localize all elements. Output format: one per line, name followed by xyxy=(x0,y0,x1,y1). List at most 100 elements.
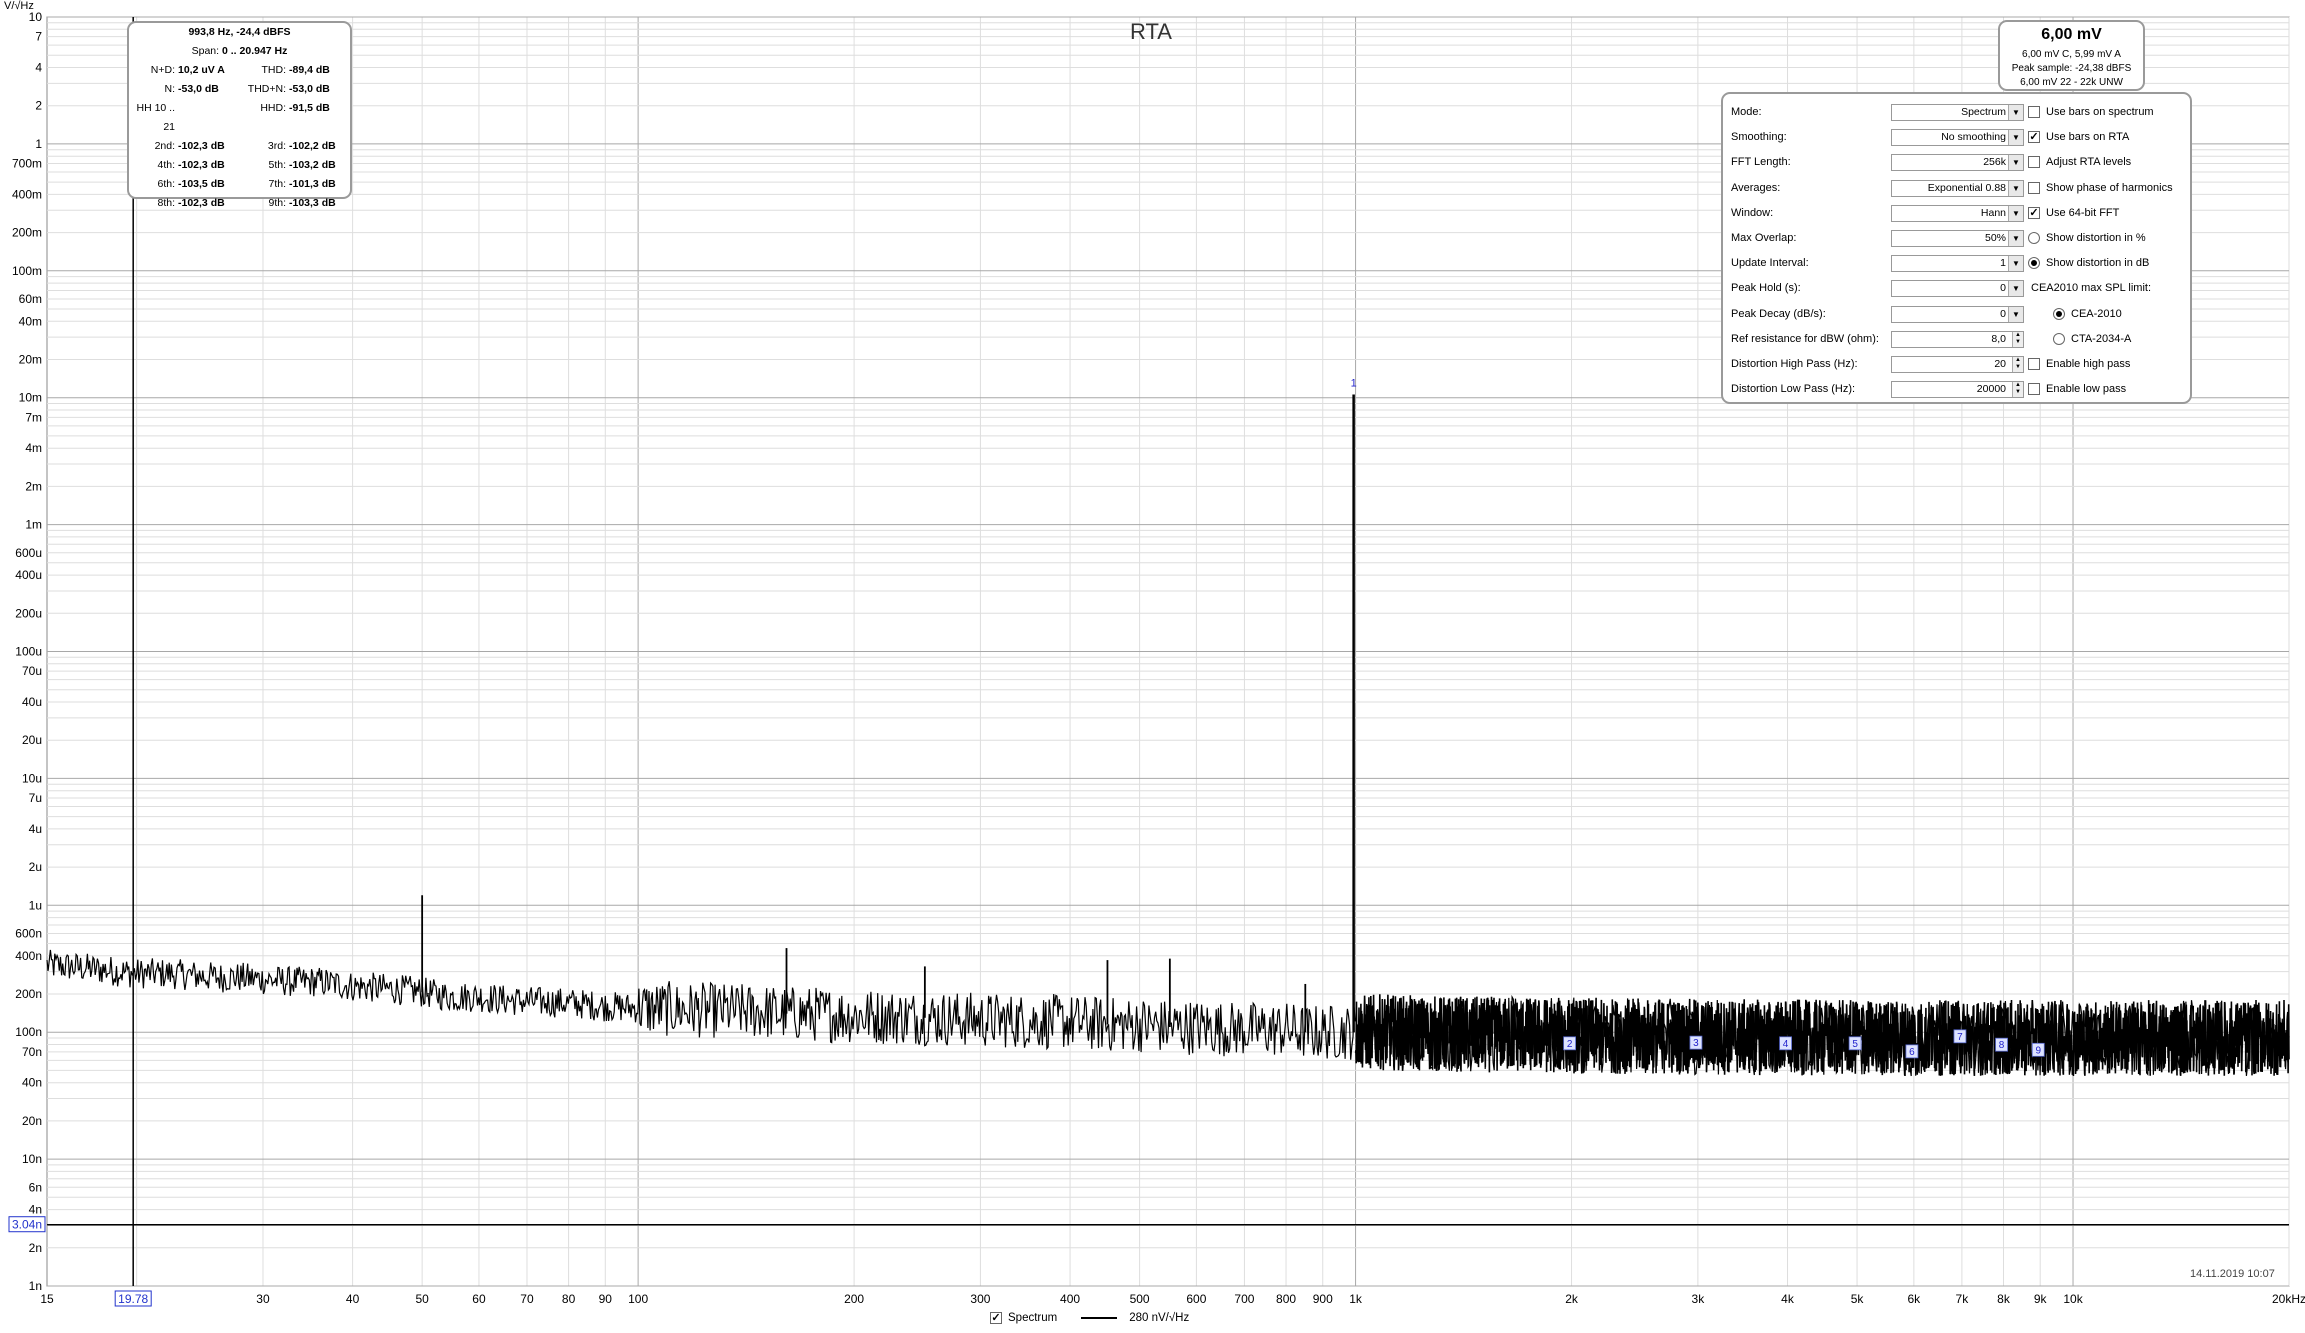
setting-spinner[interactable]: 20000 ▲ ▼ xyxy=(1891,381,2024,399)
level-weighted: 6,00 mV C, 5,99 mV A xyxy=(2022,49,2121,60)
chevron-down-icon[interactable]: ▼ xyxy=(2008,256,2023,272)
radio-icon[interactable] xyxy=(2053,332,2065,345)
x-tick-label: 3k xyxy=(1692,1292,1706,1306)
checkbox-icon[interactable] xyxy=(2028,383,2040,396)
setting-label: Mode: xyxy=(1731,106,1762,118)
chevron-down-icon[interactable]: ▼ xyxy=(2008,105,2023,120)
setting-spinner[interactable]: 8,0 ▲ ▼ xyxy=(1891,330,2024,348)
spinner-arrows-icon[interactable]: ▲ ▼ xyxy=(2012,331,2023,347)
setting-dropdown[interactable]: Exponential 0.88 ▼ xyxy=(1891,179,2024,197)
setting-dropdown[interactable]: 0 ▼ xyxy=(1891,280,2024,298)
chevron-down-icon[interactable]: ▼ xyxy=(2008,231,2023,246)
checkbox-icon[interactable] xyxy=(2028,358,2040,371)
stats-cell: 10,2 uV A xyxy=(178,64,225,76)
legend-line-swatch xyxy=(1081,1317,1118,1319)
y-tick-label: 4m xyxy=(25,441,42,455)
x-tick-label: 800 xyxy=(1276,1292,1296,1306)
x-tick-label: 600 xyxy=(1186,1292,1206,1306)
spinner-arrows-icon[interactable]: ▲ ▼ xyxy=(2012,382,2023,398)
stats-cell: 6th: xyxy=(157,178,175,190)
setting-dropdown[interactable]: Spectrum ▼ xyxy=(1891,104,2024,121)
checkbox-icon[interactable] xyxy=(2028,156,2040,169)
harmonic-marker: 4 xyxy=(1783,1039,1789,1050)
x-tick-label: 7k xyxy=(1956,1292,1970,1306)
setting-value: 256k xyxy=(1983,156,2006,169)
setting-value: 20000 xyxy=(1976,383,2006,396)
chevron-down-icon[interactable]: ▼ xyxy=(2008,281,2023,297)
setting-label: Peak Hold (s): xyxy=(1731,282,1801,295)
y-tick-label: 4u xyxy=(29,822,42,836)
y-tick-label: 2n xyxy=(29,1241,42,1255)
stats-cell: THD+N: xyxy=(247,83,286,95)
y-tick-label: 10u xyxy=(22,771,42,785)
option-label: CEA2010 max SPL limit: xyxy=(2031,282,2152,295)
x-tick-label: 2k xyxy=(1565,1292,1579,1306)
setting-dropdown[interactable]: 1 ▼ xyxy=(1891,255,2024,273)
distortion-stats-panel: 993,8 Hz, -24,4 dBFS Span: 0 .. 20.947 H… xyxy=(127,21,352,209)
setting-value: 0 xyxy=(2000,307,2006,320)
y-tick-label: 400n xyxy=(15,949,42,963)
radio-icon[interactable] xyxy=(2028,232,2040,245)
chevron-down-icon[interactable]: ▼ xyxy=(2008,306,2023,322)
y-tick-label: 40n xyxy=(22,1076,42,1090)
y-tick-label: 1 xyxy=(35,137,42,151)
checkbox-icon[interactable]: ✓ xyxy=(2028,206,2040,219)
setting-dropdown[interactable]: Hann ▼ xyxy=(1891,204,2024,222)
setting-dropdown[interactable]: 256k ▼ xyxy=(1891,154,2024,172)
chevron-down-icon[interactable]: ▼ xyxy=(2008,155,2023,171)
stats-cell: 9th: xyxy=(268,197,286,209)
y-tick-label: 40m xyxy=(19,314,42,328)
option-label: Use bars on spectrum xyxy=(2046,106,2154,118)
setting-value: Exponential 0.88 xyxy=(1927,181,2006,194)
harmonic-marker: 5 xyxy=(1852,1039,1858,1050)
setting-dropdown[interactable]: No smoothing ▼ xyxy=(1891,129,2024,147)
cursor-y-label: 3.04n xyxy=(12,1218,42,1232)
y-axis-unit-label: V/√Hz xyxy=(4,0,34,12)
stats-cell: THD: xyxy=(261,64,287,76)
x-tick-label: 500 xyxy=(1130,1292,1150,1306)
x-tick-label: 900 xyxy=(1313,1292,1333,1306)
y-tick-label: 70u xyxy=(22,664,42,678)
setting-label: Max Overlap: xyxy=(1731,232,1797,244)
option-label: CTA-2034-A xyxy=(2071,332,2132,345)
setting-dropdown[interactable]: 50% ▼ xyxy=(1891,230,2024,247)
setting-label: Smoothing: xyxy=(1731,131,1787,144)
setting-dropdown[interactable]: 0 ▼ xyxy=(1891,305,2024,323)
y-tick-label: 1n xyxy=(29,1279,42,1293)
spinner-arrows-icon[interactable]: ▲ ▼ xyxy=(2012,357,2023,372)
y-tick-label: 200m xyxy=(12,226,42,240)
harmonic-marker: 3 xyxy=(1693,1038,1699,1049)
x-tick-label: 40 xyxy=(346,1292,360,1306)
setting-label: Distortion Low Pass (Hz): xyxy=(1731,383,1856,396)
y-tick-label: 600n xyxy=(15,926,42,940)
timestamp: 14.11.2019 10:07 xyxy=(2190,1268,2275,1280)
y-tick-label: 200u xyxy=(15,606,42,620)
x-tick-label: 70 xyxy=(520,1292,534,1306)
x-tick-label: 30 xyxy=(256,1292,270,1306)
setting-label: Update Interval: xyxy=(1731,257,1809,270)
x-tick-label: 5k xyxy=(1851,1292,1865,1306)
stats-row: HH 10 .. 21 HHD: -91,5 dB xyxy=(129,99,350,137)
chevron-down-icon[interactable]: ▼ xyxy=(2008,205,2023,221)
stats-cell: N: xyxy=(164,83,176,95)
checkbox-icon[interactable] xyxy=(2028,106,2040,119)
setting-spinner[interactable]: 20 ▲ ▼ xyxy=(1891,356,2024,373)
chevron-down-icon[interactable]: ▼ xyxy=(2008,130,2023,146)
checkbox-icon[interactable]: ✓ xyxy=(2028,131,2040,144)
y-tick-label: 600u xyxy=(15,546,42,560)
option-label: Use 64-bit FFT xyxy=(2046,206,2120,219)
checkbox-icon[interactable] xyxy=(2028,181,2040,194)
stats-cell: -101,3 dB xyxy=(289,178,336,190)
legend-spectrum-checkbox[interactable]: ✓ xyxy=(990,1312,1002,1324)
y-tick-label: 100u xyxy=(15,645,42,659)
stats-rows: N+D: 10,2 uV A THD: -89,4 dB N: -53,0 dB THD+N… xyxy=(129,61,350,213)
y-tick-label: 400u xyxy=(15,568,42,582)
radio-icon[interactable] xyxy=(2053,307,2065,320)
stats-row: 8th: -102,3 dB 9th: -103,3 dB xyxy=(129,194,350,213)
stats-cell: 4th: xyxy=(157,159,175,171)
radio-icon[interactable] xyxy=(2028,257,2040,270)
setting-value: 0 xyxy=(2000,282,2006,295)
x-tick-label: 300 xyxy=(970,1292,990,1306)
chevron-down-icon[interactable]: ▼ xyxy=(2008,180,2023,196)
harmonic-marker: 6 xyxy=(1909,1047,1915,1058)
